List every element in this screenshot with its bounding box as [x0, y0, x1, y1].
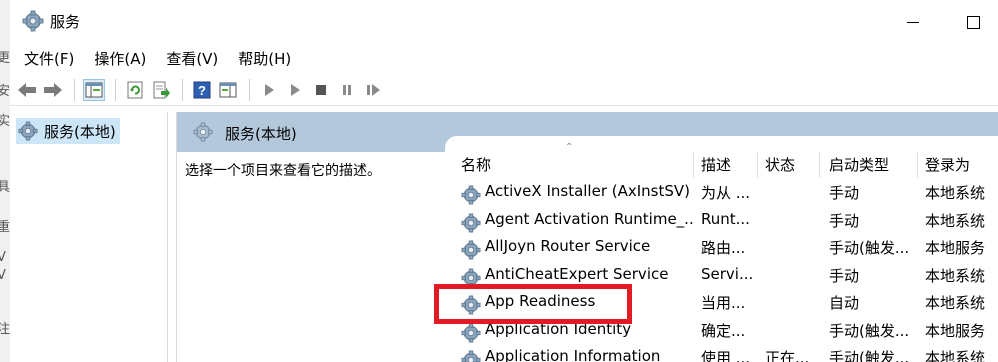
background-char: 安 [0, 84, 10, 99]
service-log-on-as: 本地系统 [925, 294, 986, 312]
background-char: 实 [0, 114, 10, 129]
background-window-edge: 更 安 实 具 重 V V 注 [0, 0, 10, 362]
description-text: 选择一个项目来查看它的描述。 [185, 163, 381, 179]
table-row[interactable]: Agent Activation Runtime_... Runt... 手动 … [445, 210, 998, 237]
service-log-on-as: 本地系统 [925, 211, 986, 230]
stop-icon[interactable] [310, 79, 332, 101]
service-description: 为从 ... [701, 184, 751, 202]
back-icon[interactable] [16, 79, 38, 101]
column-divider[interactable] [693, 152, 694, 178]
start-icon[interactable] [258, 79, 280, 101]
service-log-on-as: 本地系统 [925, 349, 986, 362]
service-name: Agent Activation Runtime_... [485, 209, 693, 228]
menu-bar: 文件(F) 操作(A) 查看(V) 帮助(H) [10, 42, 998, 74]
service-description: Servi... [701, 264, 754, 283]
service-log-on-as: 本地服务 [925, 321, 986, 340]
service-gear-icon [461, 185, 481, 205]
services-gear-icon [193, 122, 213, 142]
toolbar-divider [115, 78, 116, 101]
background-char: V [0, 268, 6, 283]
column-header-status[interactable]: 状态 [765, 154, 815, 175]
service-gear-icon [461, 240, 481, 260]
column-divider[interactable] [917, 152, 918, 178]
service-name: ActiveX Installer (AxInstSV) [485, 182, 691, 200]
service-description: 路由... [701, 239, 746, 257]
service-log-on-as: 本地系统 [925, 266, 986, 285]
export-icon[interactable] [150, 79, 172, 101]
table-row[interactable]: Application Information 使用 ... 正在... 手动(… [445, 347, 998, 362]
minimize-button[interactable] [903, 12, 923, 32]
service-description: 确定... [701, 321, 746, 340]
service-gear-icon [461, 213, 481, 232]
service-startup-type: 手动(触发... [829, 239, 910, 257]
service-name: AllJoyn Router Service [485, 237, 651, 255]
pause-icon[interactable] [336, 79, 358, 101]
column-header-startup-type[interactable]: 启动类型 [829, 154, 917, 175]
service-startup-type: 自动 [829, 294, 860, 312]
show-tree-icon[interactable] [83, 78, 105, 101]
properties-icon[interactable] [217, 79, 239, 101]
service-gear-icon [461, 323, 481, 342]
pane-header-title: 服务(本地) [225, 125, 297, 143]
background-char: V [0, 250, 6, 265]
service-startup-type: 手动(触发... [829, 349, 910, 362]
help-icon[interactable]: ? [191, 79, 213, 101]
service-status: 正在... [765, 349, 810, 362]
service-startup-type: 手动 [829, 184, 860, 202]
start-alt-icon[interactable] [284, 79, 306, 101]
background-char: 具 [0, 180, 10, 195]
restart-icon[interactable] [362, 79, 384, 101]
services-list: ⌃ 名称 描述 状态 启动类型 登录为 ActiveX Installer (A… [445, 136, 998, 362]
tree-item-services-local[interactable]: 服务(本地) [16, 118, 120, 144]
background-char: 注 [0, 322, 10, 337]
service-startup-type: 手动 [829, 266, 860, 285]
service-description: 使用 ... [701, 349, 751, 362]
column-header-description[interactable]: 描述 [701, 154, 755, 175]
menu-action[interactable]: 操作(A) [94, 48, 146, 69]
highlight-annotation [434, 284, 632, 324]
service-startup-type: 手动(触发... [829, 321, 910, 340]
service-log-on-as: 本地系统 [925, 184, 986, 202]
column-header-name[interactable]: 名称 [461, 154, 669, 175]
tree-item-label: 服务(本地) [44, 122, 116, 141]
maximize-button[interactable] [963, 12, 983, 32]
menu-help[interactable]: 帮助(H) [238, 48, 291, 69]
service-name: AntiCheatExpert Service [485, 264, 669, 283]
column-header-log-on-as[interactable]: 登录为 [925, 154, 998, 175]
services-gear-icon [22, 10, 44, 32]
toolbar: ? [10, 74, 998, 106]
services-gear-icon [18, 121, 38, 141]
toolbar-divider [249, 78, 250, 101]
service-gear-icon [461, 350, 481, 362]
service-log-on-as: 本地服务 [925, 239, 986, 257]
toolbar-divider [74, 78, 75, 101]
menu-view[interactable]: 查看(V) [166, 48, 218, 69]
forward-icon[interactable] [42, 79, 64, 101]
details-pane: 服务(本地) 选择一个项目来查看它的描述。 ⌃ 名称 描述 状态 启动类型 登录… [176, 112, 998, 362]
service-description: Runt... [701, 209, 750, 228]
list-header: 名称 描述 状态 启动类型 登录为 [445, 148, 998, 180]
menu-file[interactable]: 文件(F) [24, 48, 74, 69]
column-divider[interactable] [819, 152, 820, 178]
column-divider[interactable] [757, 152, 758, 178]
service-name: Application Information [485, 347, 661, 362]
background-char: 更 [0, 51, 10, 66]
background-char: 重 [0, 220, 10, 235]
service-startup-type: 手动 [829, 211, 860, 230]
table-row[interactable]: ActiveX Installer (AxInstSV) 为从 ... 手动 本… [445, 182, 998, 209]
service-description: 当用... [701, 294, 746, 312]
tree-pane: 服务(本地) [10, 112, 168, 362]
svg-text:?: ? [198, 83, 206, 98]
refresh-icon[interactable] [124, 79, 146, 101]
table-row[interactable]: AllJoyn Router Service 路由... 手动(触发... 本地… [445, 237, 998, 264]
toolbar-divider [182, 78, 183, 101]
title-bar: 服务 [10, 0, 998, 42]
window-title: 服务 [50, 13, 81, 31]
